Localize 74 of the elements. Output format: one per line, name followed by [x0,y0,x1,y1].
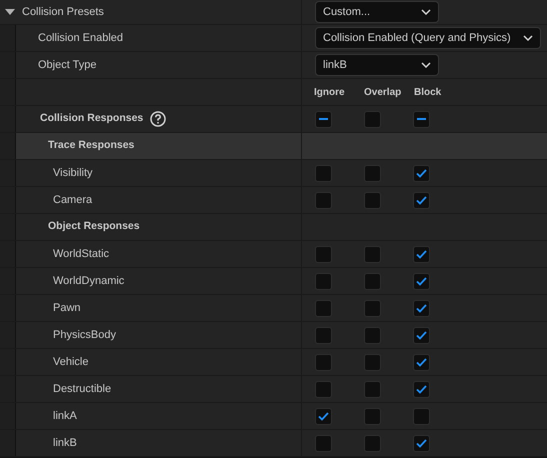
checkbox[interactable] [413,246,430,262]
section-title: Collision Presets [22,4,104,20]
column-heading: Ignore [314,86,346,100]
checkbox[interactable] [364,246,381,262]
column-heading: Overlap [364,86,402,100]
dash-icon [319,118,328,120]
check-icon [416,168,427,178]
chevron-down-icon [523,35,533,41]
checkbox[interactable] [364,192,381,208]
check-icon [416,358,427,366]
checkbox[interactable] [315,110,332,128]
check-icon [416,250,427,258]
checkbox[interactable] [364,408,381,424]
dropdown[interactable]: Collision Enabled (Query and Physics) [315,27,541,49]
channel-label: Destructible [53,382,112,397]
checkbox[interactable] [315,380,332,398]
check-icon [416,196,427,204]
checkbox[interactable] [413,300,430,316]
checkbox[interactable] [413,380,430,398]
checkbox[interactable] [315,326,332,344]
checkbox[interactable] [364,110,381,128]
property-label: Collision Enabled [38,30,123,46]
checkbox[interactable] [413,164,430,182]
checkbox[interactable] [413,272,430,290]
check-icon [416,384,427,394]
column-heading: Block [414,86,442,100]
check-icon [416,438,427,448]
channel-label: linkA [53,408,77,424]
checkbox[interactable] [413,408,430,424]
group-header-row[interactable]: Object Responses [0,214,547,241]
checkbox[interactable] [364,326,381,344]
chevron-down-icon [421,62,431,68]
checkbox[interactable] [315,408,332,424]
checkbox[interactable] [364,354,381,370]
section-label: Collision Responses [40,111,144,126]
checkbox[interactable] [413,434,430,452]
channel-label: linkB [53,436,77,451]
channel-label: WorldDynamic [53,274,124,289]
checkbox[interactable] [413,354,430,370]
check-icon [416,330,427,340]
group-header-row[interactable]: Trace Responses [0,133,547,160]
checkbox[interactable] [315,164,332,182]
checkbox[interactable] [315,434,332,452]
collapse-arrow-icon[interactable] [5,9,15,15]
chevron-down-icon [421,9,431,15]
group-heading: Trace Responses [48,138,134,154]
checkbox[interactable] [315,354,332,370]
checkbox[interactable] [364,380,381,398]
help-icon[interactable] [150,111,166,127]
checkbox[interactable] [413,326,430,344]
checkbox[interactable] [315,246,332,262]
checkbox[interactable] [364,164,381,182]
checkbox[interactable] [315,192,332,208]
group-heading: Object Responses [48,219,140,234]
check-icon [416,276,427,286]
checkbox[interactable] [364,300,381,316]
channel-label: PhysicsBody [53,328,116,343]
checkbox[interactable] [364,434,381,452]
channel-label: Visibility [53,166,93,181]
dash-icon [417,118,426,120]
checkbox[interactable] [413,110,430,128]
check-icon [416,304,427,312]
channel-label: Pawn [53,300,81,316]
property-label: Object Type [38,58,96,73]
check-icon [318,412,329,420]
channel-label: Camera [53,192,92,208]
checkbox[interactable] [315,272,332,290]
checkbox[interactable] [364,272,381,290]
dropdown[interactable]: linkB [315,54,439,76]
checkbox[interactable] [315,300,332,316]
channel-label: Vehicle [53,354,88,370]
dropdown[interactable]: Custom... [315,1,439,23]
checkbox[interactable] [413,192,430,208]
channel-label: WorldStatic [53,246,110,262]
